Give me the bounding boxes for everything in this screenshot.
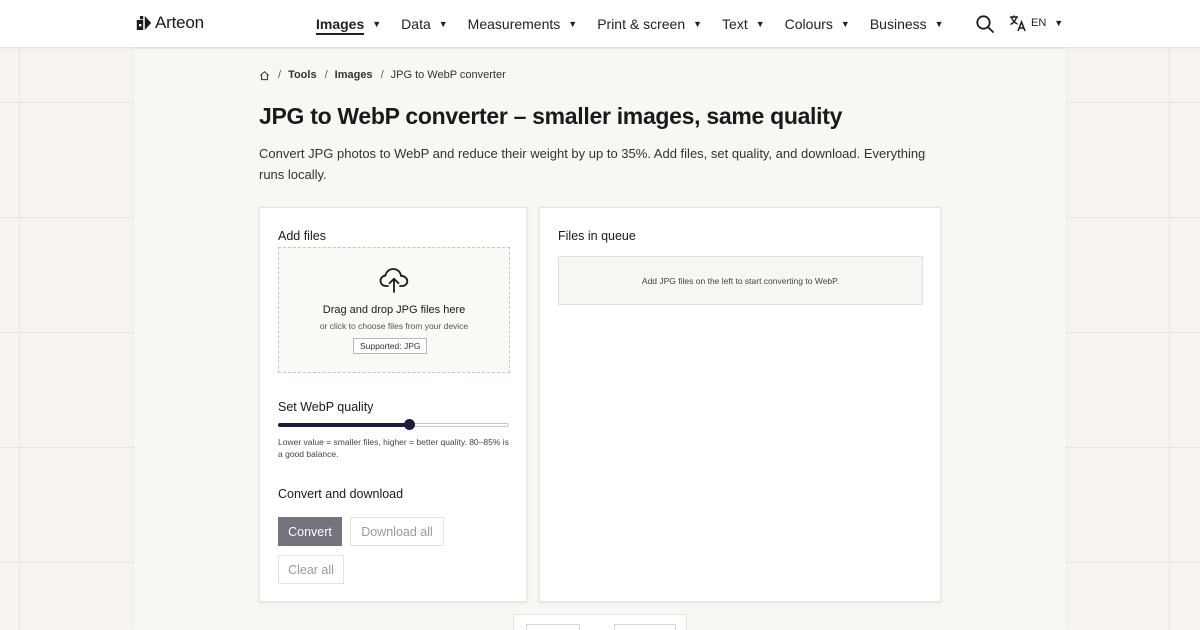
caret-down-icon: ▼: [1054, 18, 1064, 28]
controls-card: Add files Drag and drop JPG files here o…: [259, 207, 527, 602]
main-nav: Images ▼ Data ▼ Measurements ▼ Print & s…: [316, 0, 964, 48]
nav-item-label: Text: [722, 16, 748, 32]
actions-title: Convert and download: [278, 487, 404, 501]
nav-item-label: Business: [869, 16, 927, 32]
home-icon: [260, 70, 269, 80]
breadcrumb-separator: /: [324, 69, 328, 81]
convert-button[interactable]: Convert: [278, 517, 342, 546]
bottom-button[interactable]: [526, 624, 580, 630]
search-icon: [976, 15, 994, 33]
file-dropzone[interactable]: Drag and drop JPG files here or click to…: [278, 247, 510, 373]
nav-item-data[interactable]: Data ▼: [401, 0, 448, 48]
quality-slider[interactable]: [278, 419, 509, 430]
nav-item-text[interactable]: Text ▼: [722, 0, 765, 48]
supported-formats-badge: Supported: JPG: [353, 338, 428, 354]
page-title: JPG to WebP converter – smaller images, …: [259, 103, 843, 129]
breadcrumb-images[interactable]: Images: [335, 69, 373, 81]
download-all-button[interactable]: Download all: [350, 517, 444, 546]
bottom-button[interactable]: [614, 624, 676, 630]
nav-item-label: Data: [401, 16, 431, 32]
breadcrumb: / Tools / Images / JPG to WebP converter: [259, 69, 506, 81]
nav-item-label: Colours: [784, 16, 833, 32]
arteon-logo-icon: [136, 16, 152, 30]
add-files-title: Add files: [278, 229, 326, 243]
bottom-toolbar: [513, 614, 687, 630]
queue-card: Files in queue Add JPG files on the left…: [539, 207, 941, 602]
nav-item-images[interactable]: Images ▼: [316, 0, 381, 48]
nav-item-measurements[interactable]: Measurements ▼: [468, 0, 578, 48]
caret-down-icon: ▼: [693, 19, 703, 29]
language-code: EN: [1031, 17, 1047, 29]
page-lead: Convert JPG photos to WebP and reduce th…: [259, 146, 926, 182]
dropzone-sub-text: or click to choose files from your devic…: [319, 321, 469, 331]
caret-down-icon: ▼: [755, 19, 765, 29]
breadcrumb-separator: /: [380, 69, 384, 81]
caret-down-icon: ▼: [840, 19, 850, 29]
slider-thumb[interactable]: [404, 419, 416, 430]
dropzone-main-text: Drag and drop JPG files here: [322, 304, 466, 316]
queue-title: Files in queue: [558, 229, 636, 243]
cloud-upload-icon: [379, 268, 409, 293]
search-button[interactable]: [975, 14, 995, 34]
breadcrumb-home[interactable]: [259, 70, 270, 81]
breadcrumb-current: JPG to WebP converter: [390, 69, 506, 81]
caret-down-icon: ▼: [568, 19, 578, 29]
translate-icon: [1010, 15, 1026, 32]
caret-down-icon: ▼: [934, 19, 944, 29]
nav-item-label: Measurements: [467, 16, 561, 32]
nav-item-print-screen[interactable]: Print & screen ▼: [597, 0, 702, 48]
logo[interactable]: Arteon: [136, 13, 204, 33]
language-selector[interactable]: EN ▼: [1009, 14, 1063, 32]
quality-title: Set WebP quality: [278, 400, 374, 414]
caret-down-icon: ▼: [438, 19, 448, 29]
clear-all-button[interactable]: Clear all: [278, 555, 344, 584]
nav-item-business[interactable]: Business ▼: [870, 0, 944, 48]
breadcrumb-separator: /: [278, 69, 282, 81]
nav-item-colours[interactable]: Colours ▼: [785, 0, 850, 48]
brand-name: Arteon: [155, 13, 204, 32]
quality-hint: Lower value = smaller files, higher = be…: [278, 437, 509, 459]
slider-fill: [278, 423, 410, 427]
caret-down-icon: ▼: [372, 19, 382, 29]
breadcrumb-tools[interactable]: Tools: [288, 69, 317, 81]
site-header: Arteon Images ▼ Data ▼ Measurements ▼ Pr…: [0, 0, 1200, 48]
queue-empty-state: Add JPG files on the left to start conve…: [558, 256, 923, 305]
nav-item-label: Print & screen: [597, 16, 686, 32]
nav-item-label: Images: [316, 16, 365, 35]
